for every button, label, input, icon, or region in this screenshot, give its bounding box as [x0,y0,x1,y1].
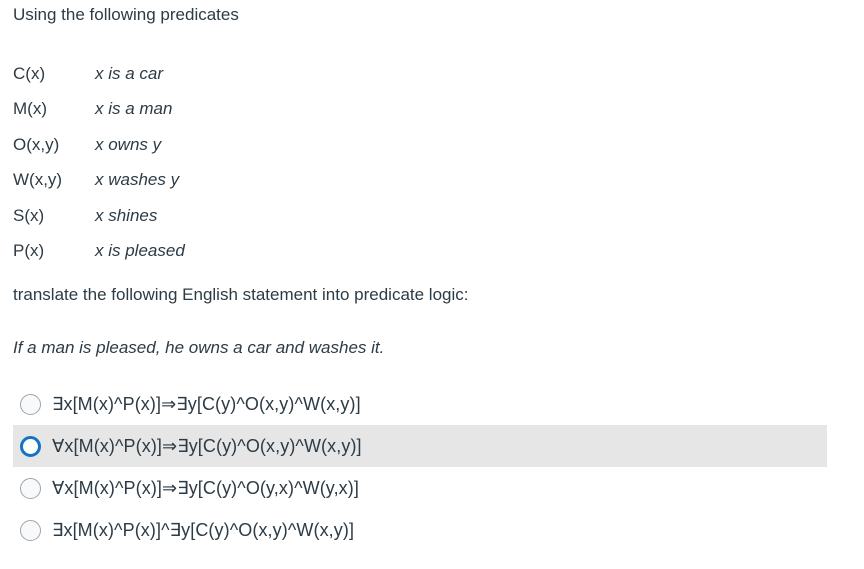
table-row: O(x,y) x owns y [13,127,185,163]
question-prompt: translate the following English statemen… [13,285,469,304]
answer-option-label: ∃x[M(x)^P(x)]^∃y[C(y)^O(x,y)^W(x,y)] [52,520,355,540]
table-row: S(x) x shines [13,198,185,234]
radio-button-icon[interactable] [20,519,41,541]
radio-button-icon[interactable] [20,477,41,499]
radio-button-icon[interactable] [20,393,41,415]
answer-option-2[interactable]: ∀x[M(x)^P(x)]⇒∃y[C(y)^O(x,y)^W(x,y)] [13,425,827,467]
predicate-meaning: x owns y [95,134,162,154]
predicate-table-body: C(x) x is a car M(x) x is a man O(x,y) x… [13,56,185,269]
answer-option-3[interactable]: ∀x[M(x)^P(x)]⇒∃y[C(y)^O(y,x)^W(y,x)] [13,467,827,509]
predicate-symbol: W(x,y) [13,170,63,190]
table-row: P(x) x is pleased [13,234,185,270]
predicate-symbol: P(x) [13,241,45,261]
predicate-meaning: x is pleased [95,241,185,261]
predicate-meaning: x is a man [95,99,173,119]
table-row: C(x) x is a car [13,56,185,92]
predicate-meaning: x washes y [95,170,180,190]
predicate-symbol: S(x) [13,205,45,225]
answer-option-label: ∀x[M(x)^P(x)]⇒∃y[C(y)^O(x,y)^W(x,y)] [52,436,362,456]
answer-option-label: ∀x[M(x)^P(x)]⇒∃y[C(y)^O(y,x)^W(y,x)] [52,478,359,498]
table-row: W(x,y) x washes y [13,163,185,199]
predicate-symbol: C(x) [13,63,46,83]
radio-button-icon[interactable] [20,435,41,457]
predicate-definition-table: C(x) x is a car M(x) x is a man O(x,y) x… [13,56,185,269]
predicate-meaning: x is a car [95,63,164,83]
intro-text: Using the following predicates [13,5,239,24]
answer-options-list: ∃x[M(x)^P(x)]⇒∃y[C(y)^O(x,y)^W(x,y)] ∀x[… [13,383,827,551]
predicate-symbol: O(x,y) [13,134,60,154]
predicate-meaning: x shines [95,205,158,225]
question-page: Using the following predicates C(x) x is… [0,0,864,569]
answer-option-1[interactable]: ∃x[M(x)^P(x)]⇒∃y[C(y)^O(x,y)^W(x,y)] [13,383,827,425]
answer-option-label: ∃x[M(x)^P(x)]⇒∃y[C(y)^O(x,y)^W(x,y)] [52,394,361,414]
predicate-symbol: M(x) [13,99,47,119]
answer-option-4[interactable]: ∃x[M(x)^P(x)]^∃y[C(y)^O(x,y)^W(x,y)] [13,509,827,551]
table-row: M(x) x is a man [13,92,185,128]
english-statement: If a man is pleased, he owns a car and w… [13,338,385,357]
